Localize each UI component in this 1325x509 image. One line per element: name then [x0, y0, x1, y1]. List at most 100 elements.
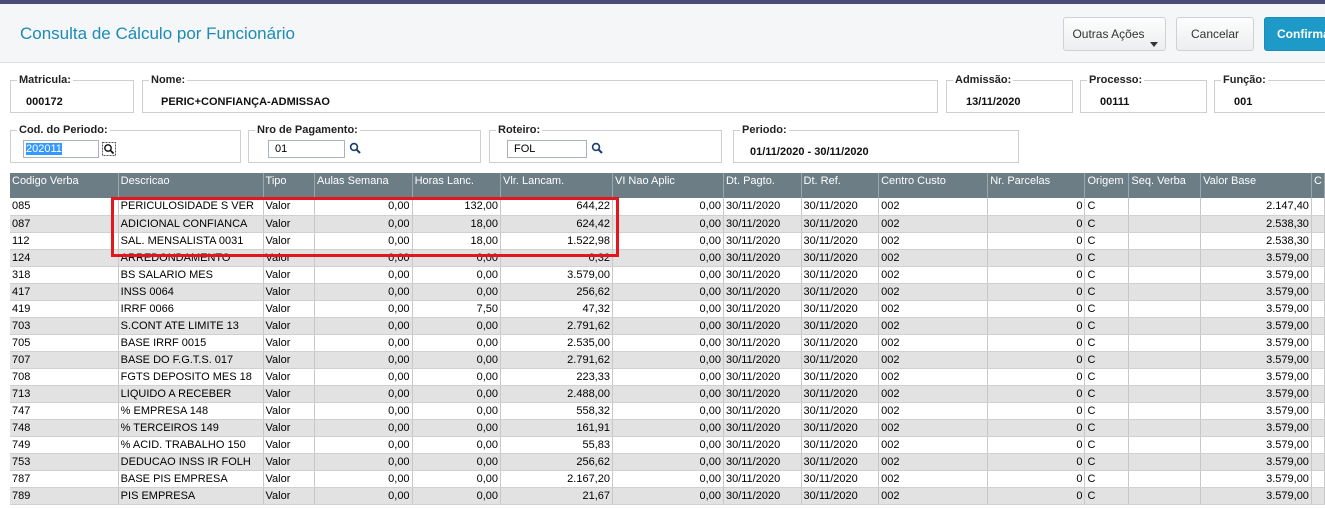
- table-cell: 18,00: [412, 232, 502, 250]
- table-cell: [1128, 436, 1202, 454]
- column-header[interactable]: Tipo: [263, 173, 316, 198]
- table-cell: C: [1084, 266, 1130, 284]
- table-cell: Valor: [263, 419, 316, 437]
- outras-acoes-button[interactable]: Outras Ações: [1063, 17, 1166, 51]
- magnifier-icon[interactable]: [591, 142, 603, 154]
- table-row[interactable]: 318 BS SALARIO MES Valor 0,00 0,00 3.579,00 0,…: [10, 266, 1325, 284]
- periodo-label: Periodo:: [740, 124, 789, 136]
- table-row[interactable]: 708 FGTS DEPOSITO MES 18 Valor 0,00 0,00 223,…: [10, 368, 1325, 386]
- verbas-grid[interactable]: Codigo Verba Descricao Tipo Aulas Semana Hor…: [10, 173, 1325, 505]
- table-cell: 558,32: [500, 402, 613, 420]
- table-cell: [1128, 470, 1202, 488]
- matricula-value: 000172: [26, 96, 63, 108]
- table-cell: 0,00: [612, 453, 724, 471]
- table-row[interactable]: 713 LIQUIDO A RECEBER Valor 0,00 0,00 2.488,0…: [10, 385, 1325, 403]
- table-cell: 0,00: [412, 317, 502, 335]
- column-header[interactable]: Valor Base: [1200, 173, 1312, 198]
- admissao-value: 13/11/2020: [966, 96, 1021, 108]
- table-cell: C: [1084, 368, 1130, 386]
- table-cell: 0,00: [412, 368, 502, 386]
- table-row[interactable]: 787 BASE PIS EMPRESA Valor 0,00 0,00 2.167,20…: [10, 470, 1325, 488]
- table-cell: 0: [987, 436, 1086, 454]
- column-header[interactable]: Seq. Verba: [1128, 173, 1202, 198]
- roteiro-input[interactable]: FOL: [507, 140, 587, 158]
- table-cell: 30/11/2020: [723, 368, 802, 386]
- table-cell: C: [1084, 215, 1130, 233]
- table-row[interactable]: 747% EMPRESA 148 Valor 0,00 0,00 558,32 0,00 3…: [10, 402, 1325, 420]
- table-cell: 0,00: [612, 368, 724, 386]
- table-row[interactable]: 417 INSS 0064 Valor 0,00 0,00 256,62 0,00 30/11…: [10, 283, 1325, 301]
- table-cell: 0,00: [314, 470, 413, 488]
- column-header[interactable]: Horas Lanc.: [412, 173, 502, 198]
- table-cell: % EMPRESA 148: [118, 402, 264, 420]
- column-header[interactable]: Dt. Pagto.: [723, 173, 802, 198]
- lookup-magnifier-icon[interactable]: [102, 142, 116, 156]
- table-cell: 705: [10, 334, 119, 352]
- column-header[interactable]: Nr. Parcelas: [987, 173, 1086, 198]
- table-row[interactable]: 705 BASE IRRF 0015 Valor 0,00 0,00 2.535,00 0,…: [10, 334, 1325, 352]
- column-header[interactable]: Codigo Verba: [10, 173, 119, 198]
- table-cell: 3.579,00: [1200, 283, 1312, 301]
- table-cell: 747: [10, 402, 119, 420]
- column-header[interactable]: C: [1311, 173, 1325, 198]
- magnifier-icon[interactable]: [349, 142, 361, 154]
- column-header[interactable]: Dt. Ref.: [801, 173, 880, 198]
- table-cell: 18,00: [412, 215, 502, 233]
- table-cell: Valor: [263, 368, 316, 386]
- table-row[interactable]: 753 DEDUCAO INSS IR FOLH Valor 0,00 0,00 256,…: [10, 453, 1325, 471]
- column-header[interactable]: Centro Custo: [878, 173, 989, 198]
- table-cell: 0,00: [314, 351, 413, 369]
- table-cell: 0,00: [314, 419, 413, 437]
- table-row[interactable]: 087 ADICIONAL CONFIANCA Valor 0,00 18,00 624,…: [10, 215, 1325, 233]
- table-cell: [1128, 453, 1202, 471]
- table-cell: LIQUIDO A RECEBER: [118, 385, 264, 403]
- table-row[interactable]: 124 ARREDONDAMENTO Valor 0,00 0,00 0,32 0,00 30…: [10, 249, 1325, 267]
- table-cell: 0,00: [412, 402, 502, 420]
- table-cell: 256,62: [500, 453, 613, 471]
- column-header[interactable]: VI Nao Aplic: [612, 173, 724, 198]
- table-cell: [1311, 402, 1325, 420]
- table-cell: [1311, 334, 1325, 352]
- table-cell: 30/11/2020: [723, 402, 802, 420]
- nro-pagamento-input[interactable]: 01: [268, 140, 345, 158]
- table-row[interactable]: 085 PERICULOSIDADE S VER Valor 0,00 132,00 64…: [10, 198, 1325, 216]
- table-cell: Valor: [263, 351, 316, 369]
- table-cell: IRRF 0066: [118, 300, 264, 318]
- table-cell: 3.579,00: [1200, 249, 1312, 267]
- table-cell: 0: [987, 351, 1086, 369]
- table-cell: 161,91: [500, 419, 613, 437]
- table-cell: 002: [878, 300, 989, 318]
- confirm-button[interactable]: Confirmar: [1264, 17, 1325, 51]
- table-row[interactable]: 112 SAL. MENSALISTA 0031 Valor 0,00 18,00 1.5…: [10, 232, 1325, 250]
- table-cell: 30/11/2020: [801, 215, 880, 233]
- table-cell: [1128, 215, 1202, 233]
- table-cell: 30/11/2020: [723, 436, 802, 454]
- table-row[interactable]: 749% ACID. TRABALHO 150 Valor 0,00 0,00 55,8…: [10, 436, 1325, 454]
- table-cell: C: [1084, 198, 1130, 216]
- table-row[interactable]: 703 S.CONT ATE LIMITE 13 Valor 0,00 0,00 2.79…: [10, 317, 1325, 335]
- table-row[interactable]: 748% TERCEIROS 149 Valor 0,00 0,00 161,91 0,0…: [10, 419, 1325, 437]
- table-cell: 3.579,00: [1200, 317, 1312, 335]
- outras-acoes-label: Outras Ações: [1072, 27, 1145, 41]
- cancel-button[interactable]: Cancelar: [1176, 17, 1254, 51]
- table-row[interactable]: 789 PIS EMPRESA Valor 0,00 0,00 21,67 0,00 30/1…: [10, 487, 1325, 505]
- table-cell: 30/11/2020: [801, 402, 880, 420]
- cod-periodo-input[interactable]: 202011: [23, 140, 99, 158]
- table-row[interactable]: 419 IRRF 0066 Valor 0,00 7,50 47,32 0,00 30/11/…: [10, 300, 1325, 318]
- table-cell: [1311, 351, 1325, 369]
- column-header[interactable]: Descricao: [118, 173, 264, 198]
- table-cell: 2.147,40: [1200, 198, 1312, 216]
- table-cell: [1128, 487, 1202, 505]
- column-header[interactable]: Vlr. Lancam.: [500, 173, 613, 198]
- table-row[interactable]: 707 BASE DO F.G.T.S. 017 Valor 0,00 0,00 2.79…: [10, 351, 1325, 369]
- table-cell: C: [1084, 300, 1130, 318]
- table-cell: 0,00: [612, 266, 724, 284]
- caret-down-icon: [1150, 42, 1158, 47]
- table-cell: 0: [987, 283, 1086, 301]
- table-cell: 1.522,98: [500, 232, 613, 250]
- column-header[interactable]: Origem: [1084, 173, 1130, 198]
- table-cell: 0,32: [500, 249, 613, 267]
- column-header[interactable]: Aulas Semana: [314, 173, 413, 198]
- table-cell: 3.579,00: [1200, 436, 1312, 454]
- table-cell: 0,00: [612, 402, 724, 420]
